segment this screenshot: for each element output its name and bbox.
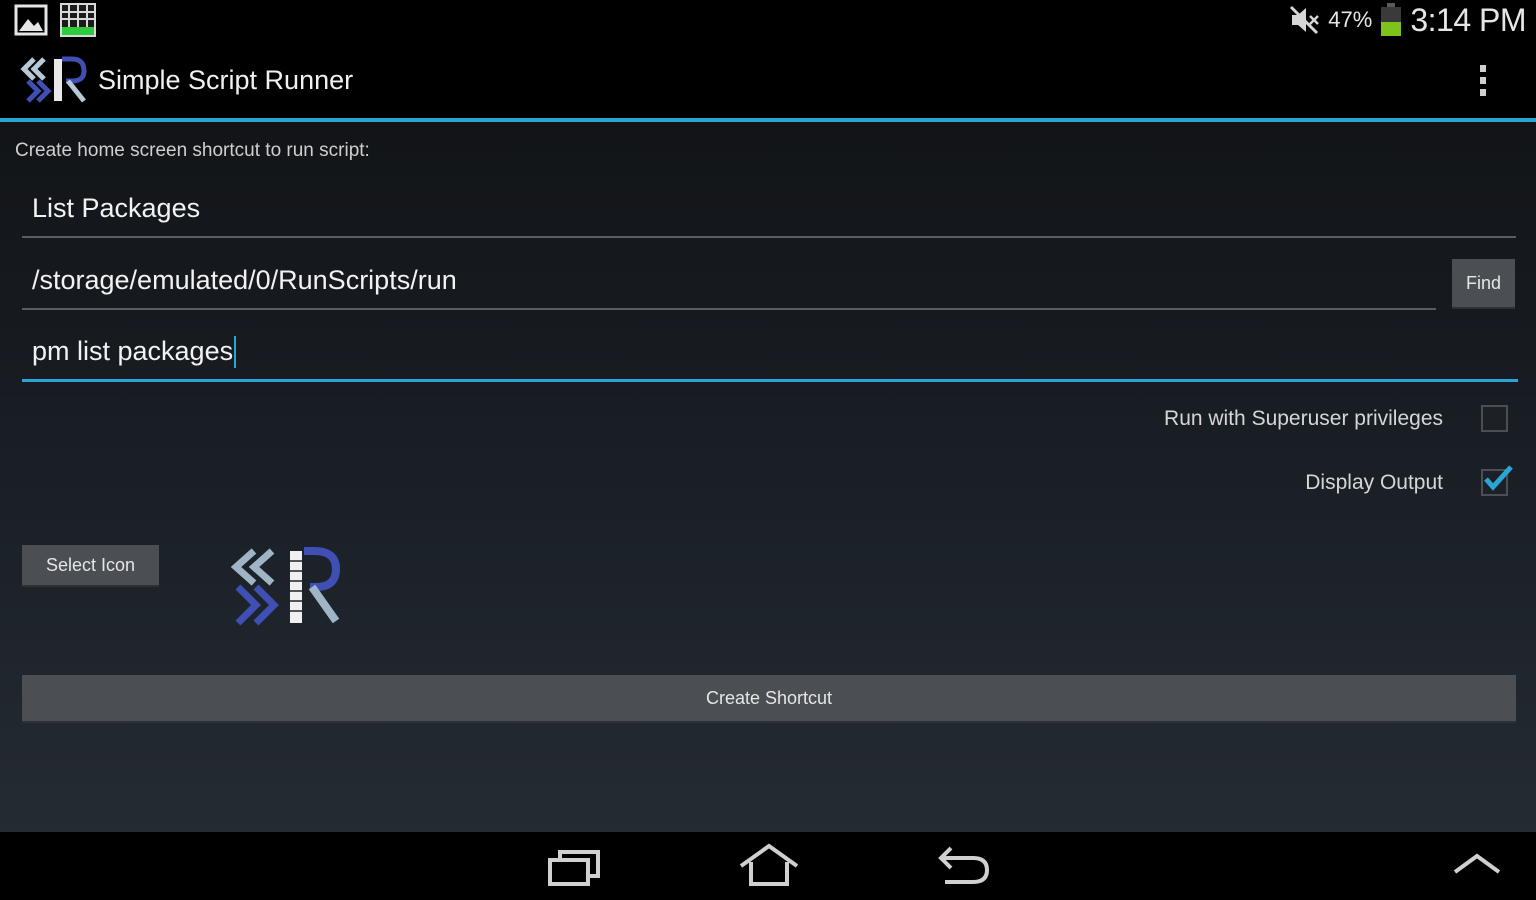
muted-icon bbox=[1290, 5, 1320, 35]
status-right: 47% 3:14 PM bbox=[1288, 2, 1526, 39]
superuser-checkbox[interactable] bbox=[1481, 405, 1508, 432]
form-caption: Create home screen shortcut to run scrip… bbox=[15, 140, 370, 161]
navigation-bar bbox=[0, 832, 1536, 900]
battery-icon bbox=[1381, 3, 1402, 36]
superuser-label: Run with Superuser privileges bbox=[1164, 406, 1443, 430]
up-arrow-icon[interactable] bbox=[1445, 842, 1509, 890]
display-output-checkbox[interactable] bbox=[1481, 465, 1513, 496]
screen: 47% 3:14 PM Simple Script Runner Create … bbox=[0, 0, 1536, 900]
shortcut-icon-preview bbox=[230, 547, 341, 626]
checkmark-icon bbox=[1484, 465, 1513, 491]
home-icon[interactable] bbox=[737, 842, 801, 890]
status-clock: 3:14 PM bbox=[1410, 1, 1526, 38]
command-value: pm list packages bbox=[32, 336, 234, 366]
script-path-field[interactable]: /storage/emulated/0/RunScripts/run bbox=[22, 252, 1436, 310]
grid-app-icon bbox=[60, 3, 96, 37]
battery-percent: 47% bbox=[1328, 7, 1373, 32]
find-button[interactable]: Find bbox=[1452, 259, 1515, 309]
recents-icon[interactable] bbox=[542, 842, 606, 890]
menu-dot bbox=[1480, 76, 1486, 84]
menu-dot bbox=[1480, 88, 1486, 96]
back-icon[interactable] bbox=[933, 842, 997, 890]
overflow-menu-icon[interactable] bbox=[1468, 58, 1498, 102]
gallery-icon bbox=[14, 4, 48, 36]
superuser-row: Run with Superuser privileges bbox=[1164, 405, 1508, 432]
app-title: Simple Script Runner bbox=[98, 64, 354, 95]
shortcut-name-field[interactable]: List Packages bbox=[22, 180, 1516, 238]
content-area: Create home screen shortcut to run scrip… bbox=[0, 122, 1536, 832]
script-path-value: /storage/emulated/0/RunScripts/run bbox=[32, 264, 457, 295]
shortcut-name-value: List Packages bbox=[32, 192, 201, 223]
action-bar: Simple Script Runner bbox=[0, 40, 1536, 120]
status-left bbox=[14, 3, 96, 37]
ssr-logo-icon[interactable] bbox=[20, 55, 90, 105]
display-output-row: Display Output bbox=[1305, 465, 1513, 496]
display-output-label: Display Output bbox=[1305, 470, 1443, 494]
text-cursor bbox=[234, 335, 237, 368]
select-icon-button[interactable]: Select Icon bbox=[22, 545, 159, 587]
status-bar: 47% 3:14 PM bbox=[0, 0, 1536, 40]
menu-dot bbox=[1480, 64, 1486, 72]
command-field[interactable]: pm list packages bbox=[22, 324, 1518, 382]
create-shortcut-button[interactable]: Create Shortcut bbox=[22, 675, 1516, 723]
